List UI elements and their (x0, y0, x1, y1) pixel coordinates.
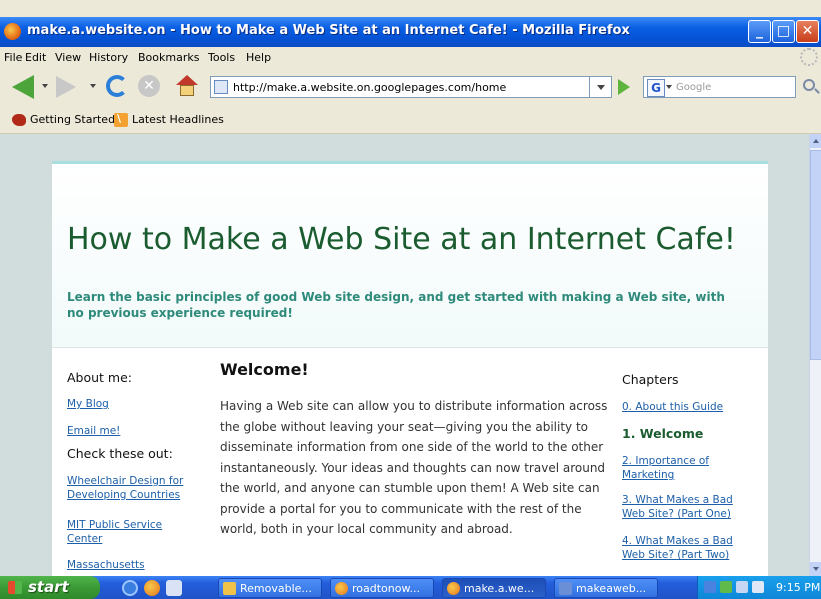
close-icon: ✕ (801, 23, 814, 39)
link-mit-public-service[interactable]: MIT Public Service Center (67, 518, 187, 546)
menu-file[interactable]: File (4, 51, 22, 64)
bookmark-getting-started[interactable]: Getting Started (30, 113, 115, 126)
page-favicon-icon (214, 80, 228, 94)
taskbar-window-removable[interactable]: Removable... (218, 578, 322, 598)
home-icon (176, 75, 198, 85)
windows-logo-icon (8, 581, 22, 594)
windows-taskbar: start Removable... roadtonow... make.a.w… (0, 576, 821, 599)
page-header: How to Make a Web Site at an Internet Ca… (52, 164, 768, 348)
start-label: start (28, 578, 69, 596)
chevron-down-icon (597, 85, 605, 90)
taskbar-window-roadtonow[interactable]: roadtonow... (330, 578, 434, 598)
link-massachusetts[interactable]: Massachusetts (67, 558, 145, 572)
search-placeholder: Google (676, 82, 712, 93)
minimize-button[interactable]: _ (748, 20, 771, 43)
chapters-heading: Chapters (622, 372, 679, 387)
menu-bar: File Edit View History Bookmarks Tools H… (0, 47, 821, 67)
folder-icon (223, 582, 236, 595)
menu-bookmarks[interactable]: Bookmarks (138, 51, 199, 64)
firefox-icon (335, 582, 348, 595)
bookmarks-toolbar: Getting Started Latest Headlines (0, 107, 821, 134)
taskbar-label: make.a.we... (464, 582, 535, 595)
navigation-toolbar: ✕ http://make.a.website.on.googlepages.c… (0, 67, 821, 107)
chapter-link-2[interactable]: 2. Importance of Marketing (622, 454, 722, 482)
firefox-window: make.a.website.on - How to Make a Web Si… (0, 0, 821, 599)
menu-history[interactable]: History (89, 51, 128, 64)
firefox-quicklaunch-icon[interactable] (144, 580, 160, 596)
ie-quicklaunch-icon[interactable] (122, 580, 138, 596)
close-button[interactable]: ✕ (796, 20, 819, 43)
scroll-down-button[interactable] (810, 562, 821, 576)
google-engine-icon[interactable]: G (647, 79, 665, 97)
bookmark-latest-headlines[interactable]: Latest Headlines (132, 113, 224, 126)
security-icon[interactable] (720, 581, 732, 593)
search-engine-dropdown-icon[interactable] (666, 85, 672, 89)
taskbar-window-make-a-website[interactable]: make.a.we... (442, 578, 546, 598)
page-subtitle: Learn the basic principles of good Web s… (67, 290, 725, 320)
menu-tools[interactable]: Tools (208, 51, 235, 64)
home-button[interactable] (176, 75, 198, 97)
welcome-paragraph: Having a Web site can allow you to distr… (220, 399, 608, 536)
chapter-link-3[interactable]: 3. What Makes a Bad Web Site? (Part One) (622, 493, 744, 521)
chapters-sidebar: Chapters 0. About this Guide 1. Welcome … (622, 372, 762, 561)
stop-button[interactable]: ✕ (138, 75, 160, 97)
window-title: make.a.website.on - How to Make a Web Si… (27, 23, 630, 38)
web-page: How to Make a Web Site at an Internet Ca… (52, 161, 768, 576)
reload-button[interactable] (106, 75, 128, 97)
getting-started-icon (12, 114, 26, 126)
clock: 9:15 PM (776, 581, 821, 594)
taskbar-window-makeaweb[interactable]: makeaweb... (554, 578, 658, 598)
page-title: How to Make a Web Site at an Internet Ca… (67, 222, 736, 257)
scroll-up-button[interactable] (810, 134, 821, 148)
page-viewport: How to Make a Web Site at an Internet Ca… (0, 134, 809, 576)
title-bar[interactable]: make.a.website.on - How to Make a Web Si… (0, 17, 821, 47)
vertical-scrollbar[interactable] (809, 134, 821, 576)
chapter-link-0[interactable]: 0. About this Guide (622, 400, 723, 414)
firefox-icon (447, 582, 460, 595)
home-icon-body (180, 85, 194, 96)
volume-icon[interactable] (736, 581, 748, 593)
welcome-heading: Welcome! (220, 360, 309, 379)
search-box[interactable]: G Google (643, 76, 796, 98)
url-bar[interactable]: http://make.a.website.on.googlepages.com… (210, 76, 590, 98)
back-button[interactable] (12, 75, 34, 99)
url-text: http://make.a.website.on.googlepages.com… (233, 81, 507, 94)
chapter-current-1: 1. Welcome (622, 426, 704, 441)
taskbar-label: Removable... (240, 582, 312, 595)
taskbar-label: roadtonow... (352, 582, 420, 595)
main-content: Welcome! Having a Web site can allow you… (220, 360, 612, 536)
scroll-thumb[interactable] (810, 150, 821, 360)
forward-history-dropdown-icon[interactable] (90, 84, 96, 88)
chapter-link-4[interactable]: 4. What Makes a Bad Web Site? (Part Two) (622, 534, 744, 562)
forward-button[interactable] (56, 76, 76, 98)
desktop-quicklaunch-icon[interactable] (166, 580, 182, 596)
search-icon[interactable] (803, 79, 815, 91)
link-email-me[interactable]: Email me! (67, 424, 120, 438)
about-heading: About me: (67, 370, 133, 385)
check-heading: Check these out: (67, 446, 173, 461)
maximize-icon: □ (776, 23, 791, 39)
rss-feed-icon (114, 112, 128, 127)
link-wheelchair-design[interactable]: Wheelchair Design for Developing Countri… (67, 474, 202, 502)
menu-edit[interactable]: Edit (25, 51, 46, 64)
network-icon[interactable] (704, 581, 716, 593)
go-button[interactable] (618, 79, 630, 95)
taskbar-label: makeaweb... (576, 582, 647, 595)
start-button[interactable]: start (0, 576, 100, 599)
menu-help[interactable]: Help (246, 51, 271, 64)
menu-view[interactable]: View (55, 51, 81, 64)
url-history-dropdown[interactable] (590, 76, 612, 98)
throbber-icon (800, 48, 818, 66)
firefox-icon (4, 23, 21, 40)
back-history-dropdown-icon[interactable] (42, 84, 48, 88)
system-tray: 9:15 PM (697, 576, 821, 599)
link-my-blog[interactable]: My Blog (67, 397, 109, 411)
messenger-icon[interactable] (752, 581, 764, 593)
maximize-button[interactable]: □ (772, 20, 795, 43)
minimize-icon: _ (756, 23, 763, 39)
document-icon (559, 582, 572, 595)
left-sidebar: About me: My Blog Email me! Check these … (67, 370, 202, 571)
